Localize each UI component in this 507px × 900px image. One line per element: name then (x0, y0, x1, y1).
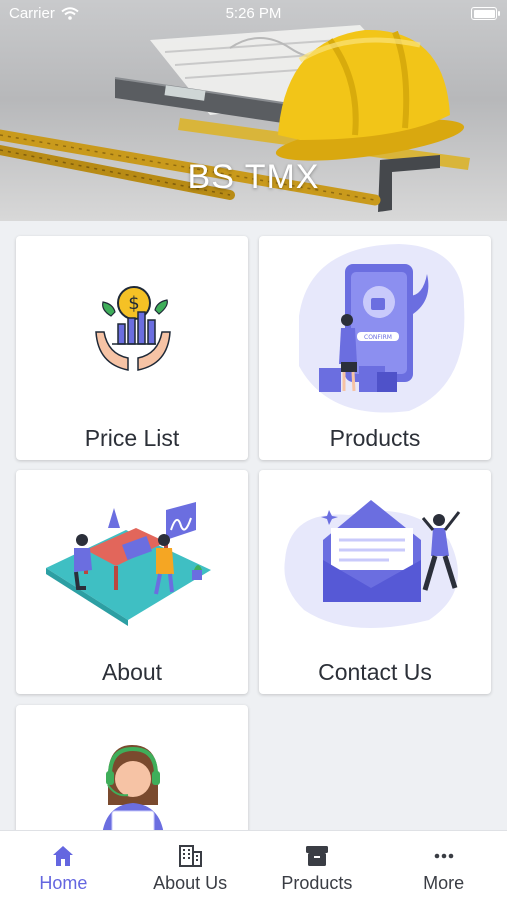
products-label: Products (329, 425, 421, 451)
tab-more[interactable]: More (380, 831, 507, 900)
tab-home-label: Home (39, 873, 88, 893)
tab-about-us-label: About Us (153, 873, 228, 893)
money-growth-icon: $ (95, 286, 171, 371)
tab-products[interactable]: Products (254, 831, 381, 900)
status-time: 5:26 PM (225, 5, 282, 22)
mail-envelope-illustration (284, 500, 461, 628)
hero-banner: Carrier 5:26 PM BS TMX (0, 0, 507, 221)
more-dots-icon (434, 853, 453, 859)
team-office-illustration (46, 502, 211, 626)
price-list-card[interactable]: $ Price List (16, 236, 248, 460)
bottom-tab-bar: Home About Us Products More (0, 830, 507, 900)
contact-us-card[interactable]: Contact Us (259, 470, 491, 694)
archive-box-icon (305, 846, 328, 866)
battery-icon (471, 7, 500, 20)
building-icon (179, 845, 203, 867)
home-icon (53, 846, 74, 866)
tab-about-us[interactable]: About Us (127, 831, 254, 900)
hero-title: BS TMX (187, 158, 320, 196)
tab-more-label: More (423, 873, 465, 893)
about-label: About (101, 659, 163, 685)
shopping-confirm-illustration: CONFIRM (299, 244, 465, 413)
tab-home[interactable]: Home (0, 831, 127, 900)
price-list-label: Price List (84, 425, 180, 451)
products-card[interactable]: CONFIRM Products (259, 236, 491, 460)
svg-text:$: $ (128, 293, 139, 314)
status-bar: Carrier 5:26 PM (0, 0, 507, 28)
contact-us-label: Contact Us (318, 659, 432, 685)
confirm-text: CONFIRM (364, 334, 392, 341)
about-card[interactable]: About (16, 470, 248, 694)
tab-products-label: Products (281, 873, 353, 893)
